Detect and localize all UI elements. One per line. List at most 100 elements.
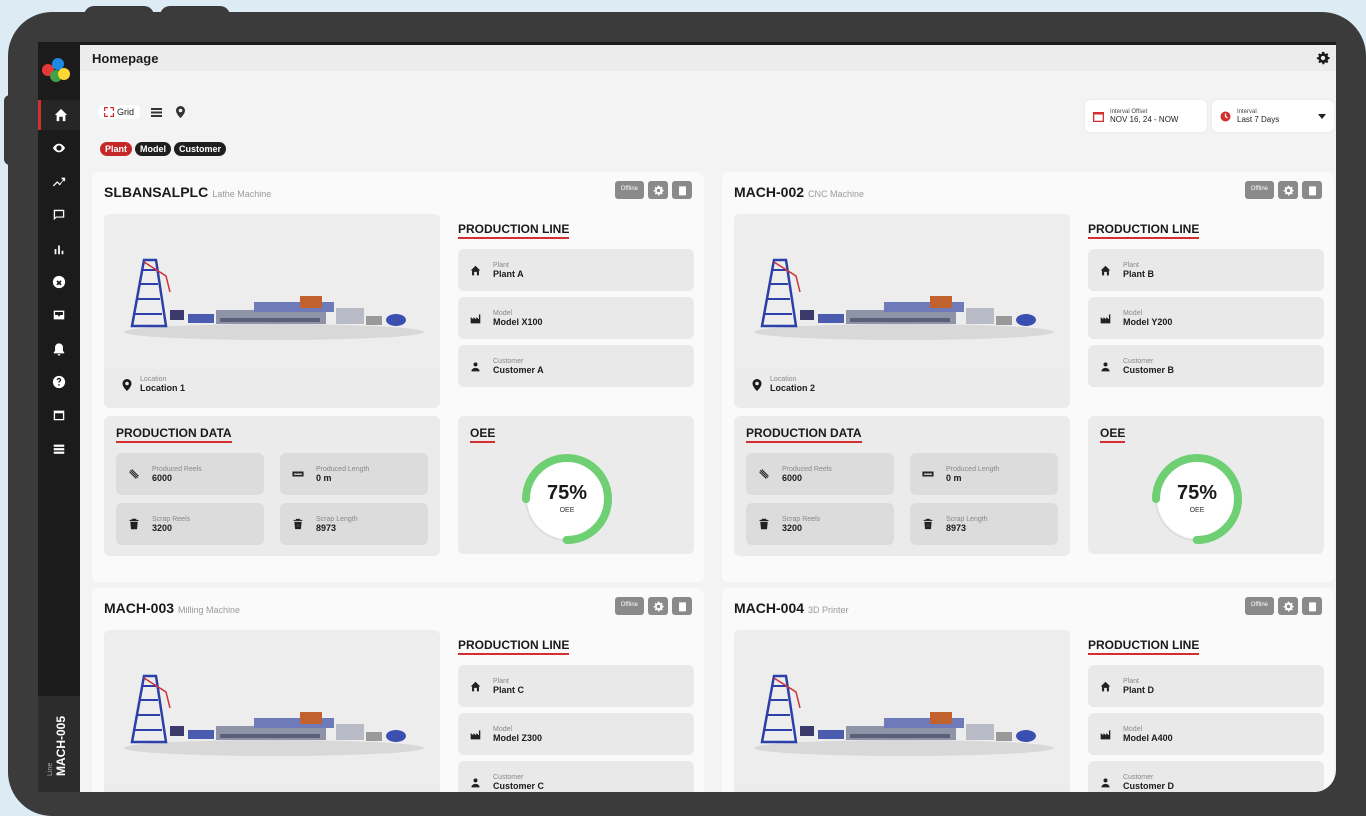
production-line-panel: PRODUCTION LINE Plant Plant D Model Model … (1088, 636, 1324, 792)
machine-settings-button[interactable] (1278, 181, 1298, 199)
machine-name: MACH-002 (734, 184, 805, 200)
expand-icon (104, 107, 114, 117)
customer-field: Customer Customer D (1088, 761, 1324, 792)
model-value: Model X100 (493, 316, 543, 327)
machine-card-2: MACH-002 CNC Machine Offline Location Lo… (722, 172, 1334, 582)
machine-report-button[interactable] (1302, 597, 1322, 615)
factory-icon (1100, 729, 1111, 739)
machine-type: CNC Machine (808, 189, 865, 199)
production-data-title: PRODUCTION DATA (746, 426, 862, 443)
machine-illustration (104, 214, 440, 369)
machine-image-panel[interactable]: Location Location 1 (104, 214, 440, 408)
produced-length-value: 0 m (946, 472, 962, 483)
machine-report-button[interactable] (672, 597, 692, 615)
model-field: Model Model A400 (1088, 713, 1324, 755)
sidebar-item-reports[interactable] (38, 234, 80, 264)
production-data-title: PRODUCTION DATA (116, 426, 232, 443)
ruler-icon (292, 471, 304, 477)
model-value: Model Y200 (1123, 316, 1173, 327)
offline-status-button[interactable]: Offline (614, 597, 644, 615)
calendar-red-icon (1093, 111, 1104, 122)
filter-chip-model[interactable]: Model (135, 142, 172, 156)
sidebar-item-errors[interactable] (38, 267, 80, 297)
plant-value: Plant D (1123, 684, 1155, 695)
offline-status-button[interactable]: Offline (614, 181, 644, 199)
machine-location: Location Location 2 (752, 376, 815, 393)
produced-reels-field: Produced Reels 6000 (116, 453, 264, 495)
current-line-panel[interactable]: Line MACH-005 (38, 696, 80, 792)
page-title: Homepage (92, 51, 159, 66)
interval-picker[interactable]: Interval Last 7 Days (1212, 100, 1334, 132)
production-data-panel: PRODUCTION DATA Produced Reels 6000 Produ… (734, 416, 1070, 556)
offline-status-button[interactable]: Offline (1244, 597, 1274, 615)
reel-icon (759, 469, 769, 479)
machine-settings-button[interactable] (648, 597, 668, 615)
grid-view-toggle[interactable]: Grid (98, 105, 141, 119)
help-icon (52, 375, 66, 389)
factory-icon (470, 729, 481, 739)
current-line-value: MACH-005 (54, 715, 68, 776)
filter-chip-customer[interactable]: Customer (174, 142, 227, 156)
calendar-icon (53, 410, 65, 421)
offline-status-button[interactable]: Offline (1244, 181, 1274, 199)
location-pin-icon (122, 378, 132, 391)
grid-view-label: Grid (117, 107, 135, 117)
scrap-length-field: Scrap Length 8973 (910, 503, 1058, 545)
clipboard-icon (678, 601, 686, 611)
tablet-frame: Line MACH-005 Homepage Grid Interval Off… (8, 12, 1366, 816)
sidebar-item-calendar[interactable] (38, 400, 80, 430)
gear-icon (1283, 185, 1294, 195)
sidebar-item-messages[interactable] (38, 200, 80, 230)
customer-value: Customer B (1123, 364, 1175, 375)
sidebar-item-alerts[interactable] (38, 334, 80, 364)
scrap-length-field: Scrap Length 8973 (280, 503, 428, 545)
machine-report-button[interactable] (672, 181, 692, 199)
map-view-toggle[interactable] (172, 105, 188, 119)
scrap-length-value: 8973 (316, 522, 337, 533)
factory-icon (470, 313, 481, 323)
interval-offset-value: NOV 16, 24 - NOW (1110, 114, 1179, 124)
ruler-icon (922, 471, 934, 477)
factory-home-icon (470, 265, 481, 275)
eye-icon (52, 143, 66, 153)
sidebar-item-view[interactable] (38, 133, 80, 163)
sidebar-item-home[interactable] (38, 100, 80, 130)
oee-value: 75% (546, 482, 588, 504)
oee-panel: OEE 75% OEE (458, 416, 694, 554)
machine-type: Milling Machine (178, 605, 241, 615)
customer-field: Customer Customer A (458, 345, 694, 387)
machine-settings-button[interactable] (1278, 597, 1298, 615)
customer-value: Customer C (493, 780, 545, 791)
customer-value: Customer A (493, 364, 544, 375)
settings-gear-icon[interactable] (1316, 51, 1330, 65)
machine-name: MACH-004 (734, 600, 805, 616)
clipboard-icon (678, 185, 686, 195)
filter-chip-plant[interactable]: Plant (100, 142, 133, 156)
machine-location: Location Location 1 (122, 376, 185, 393)
sidebar-item-trends[interactable] (38, 167, 80, 197)
scrap-length-value: 8973 (946, 522, 967, 533)
sidebar-item-list[interactable] (38, 434, 80, 464)
clock-red-icon (1220, 111, 1231, 121)
location-value: Location 1 (140, 383, 186, 393)
app-logo (40, 56, 70, 84)
sidebar-item-inbox[interactable] (38, 300, 80, 330)
machine-settings-button[interactable] (648, 181, 668, 199)
machine-illustration (734, 630, 1070, 785)
production-line-title: PRODUCTION LINE (1088, 222, 1200, 239)
factory-home-icon (1100, 265, 1111, 275)
top-bar: Homepage (80, 45, 1336, 71)
oee-unit: OEE (559, 507, 575, 514)
oee-title: OEE (1100, 426, 1126, 443)
machine-report-button[interactable] (1302, 181, 1322, 199)
interval-offset-picker[interactable]: Interval Offset NOV 16, 24 - NOW (1085, 100, 1207, 132)
bar-chart-icon (54, 245, 64, 255)
machine-image-panel[interactable]: Location (104, 630, 440, 792)
sidebar-item-help[interactable] (38, 367, 80, 397)
machine-image-panel[interactable]: Location Location 2 (734, 214, 1070, 408)
list-view-toggle[interactable] (148, 105, 164, 119)
list-icon (53, 444, 65, 454)
machine-illustration (104, 630, 440, 785)
machine-image-panel[interactable]: Location (734, 630, 1070, 792)
produced-reels-field: Produced Reels 6000 (746, 453, 894, 495)
